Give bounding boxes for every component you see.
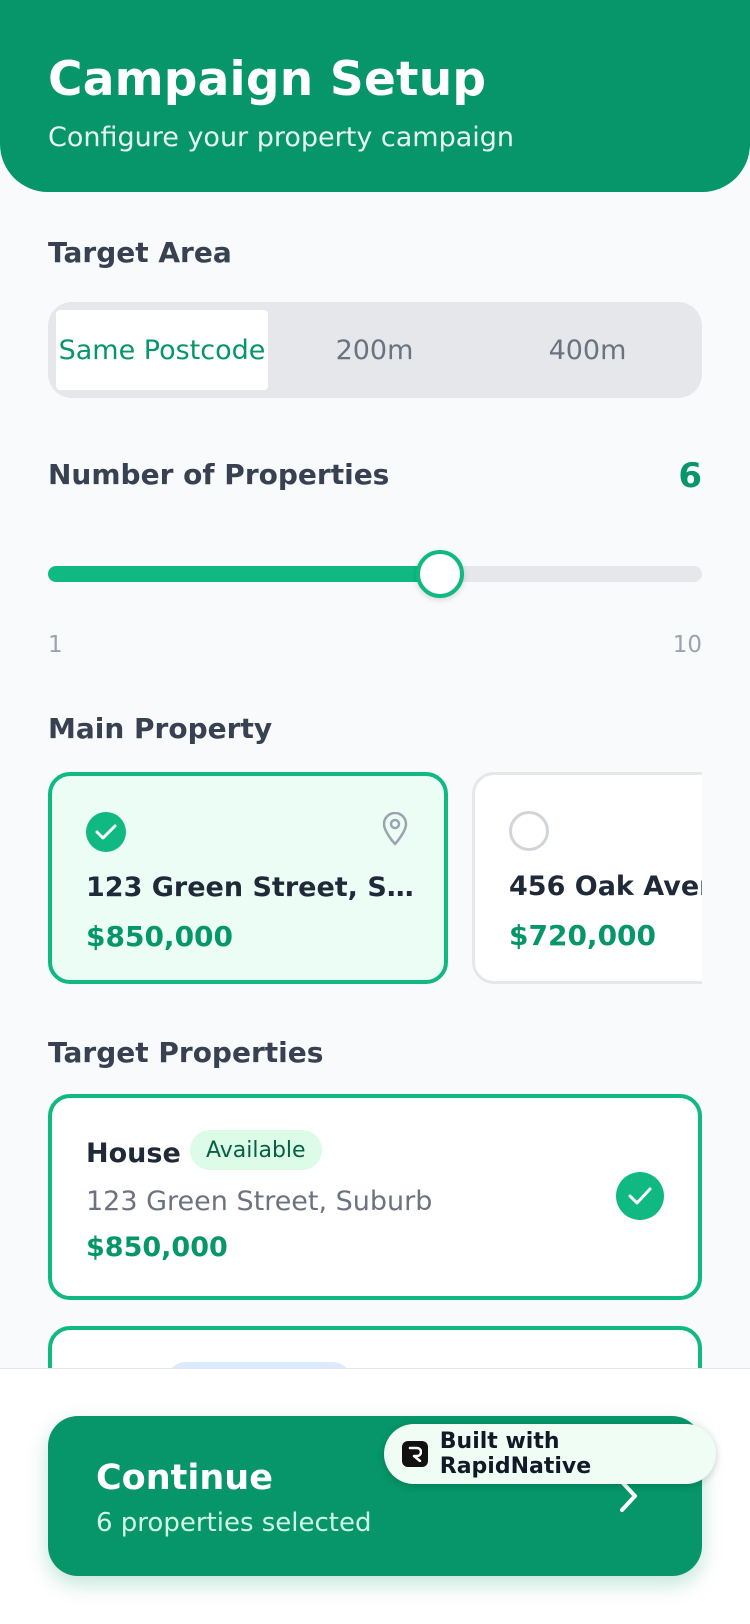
built-with-text: Built with RapidNative	[439, 1429, 592, 1479]
property-price: $850,000	[86, 1232, 228, 1263]
properties-slider[interactable]	[48, 550, 702, 598]
segment-400m[interactable]: 400m	[481, 310, 694, 390]
segment-200m[interactable]: 200m	[268, 310, 481, 390]
segment-same-postcode[interactable]: Same Postcode	[56, 310, 268, 390]
status-badge: Available	[190, 1130, 322, 1170]
number-of-properties-label: Number of Properties	[48, 458, 390, 491]
page-title: Campaign Setup	[48, 52, 487, 107]
map-pin-icon	[382, 812, 408, 846]
properties-count-value: 6	[678, 456, 702, 496]
main-property-carousel[interactable]: 123 Green Street, Suburb $850,000 456 Oa…	[48, 772, 702, 986]
property-type: House	[86, 1138, 181, 1169]
check-icon	[86, 812, 126, 852]
unchecked-radio-icon	[509, 811, 549, 851]
built-with-badge[interactable]: Built with RapidNative	[384, 1424, 716, 1484]
slider-min-label: 1	[48, 632, 63, 658]
property-address: 123 Green Street, Suburb	[86, 872, 422, 903]
main-property-label: Main Property	[48, 712, 273, 745]
header: Campaign Setup Configure your property c…	[0, 0, 750, 192]
page-subtitle: Configure your property campaign	[48, 122, 515, 153]
property-address: 456 Oak Avenue	[509, 871, 702, 902]
rapidnative-logo-icon	[402, 1441, 428, 1467]
target-properties-label: Target Properties	[48, 1036, 324, 1069]
slider-max-label: 10	[672, 632, 702, 658]
target-area-label: Target Area	[48, 236, 232, 269]
slider-fill	[48, 566, 441, 582]
target-property-card[interactable]: House Available 123 Green Street, Suburb…	[48, 1094, 702, 1300]
main-property-card[interactable]: 123 Green Street, Suburb $850,000	[48, 772, 448, 984]
check-icon[interactable]	[616, 1172, 664, 1220]
slider-thumb[interactable]	[416, 550, 465, 598]
property-price: $850,000	[86, 920, 234, 953]
property-address: 123 Green Street, Suburb	[86, 1186, 433, 1217]
main-property-card[interactable]: 456 Oak Avenue $720,000	[472, 772, 702, 984]
property-price: $720,000	[509, 919, 657, 952]
continue-button-subtitle: 6 properties selected	[96, 1508, 372, 1538]
target-area-segmented-control: Same Postcode 200m 400m	[48, 302, 702, 398]
continue-button-label: Continue	[96, 1458, 273, 1498]
